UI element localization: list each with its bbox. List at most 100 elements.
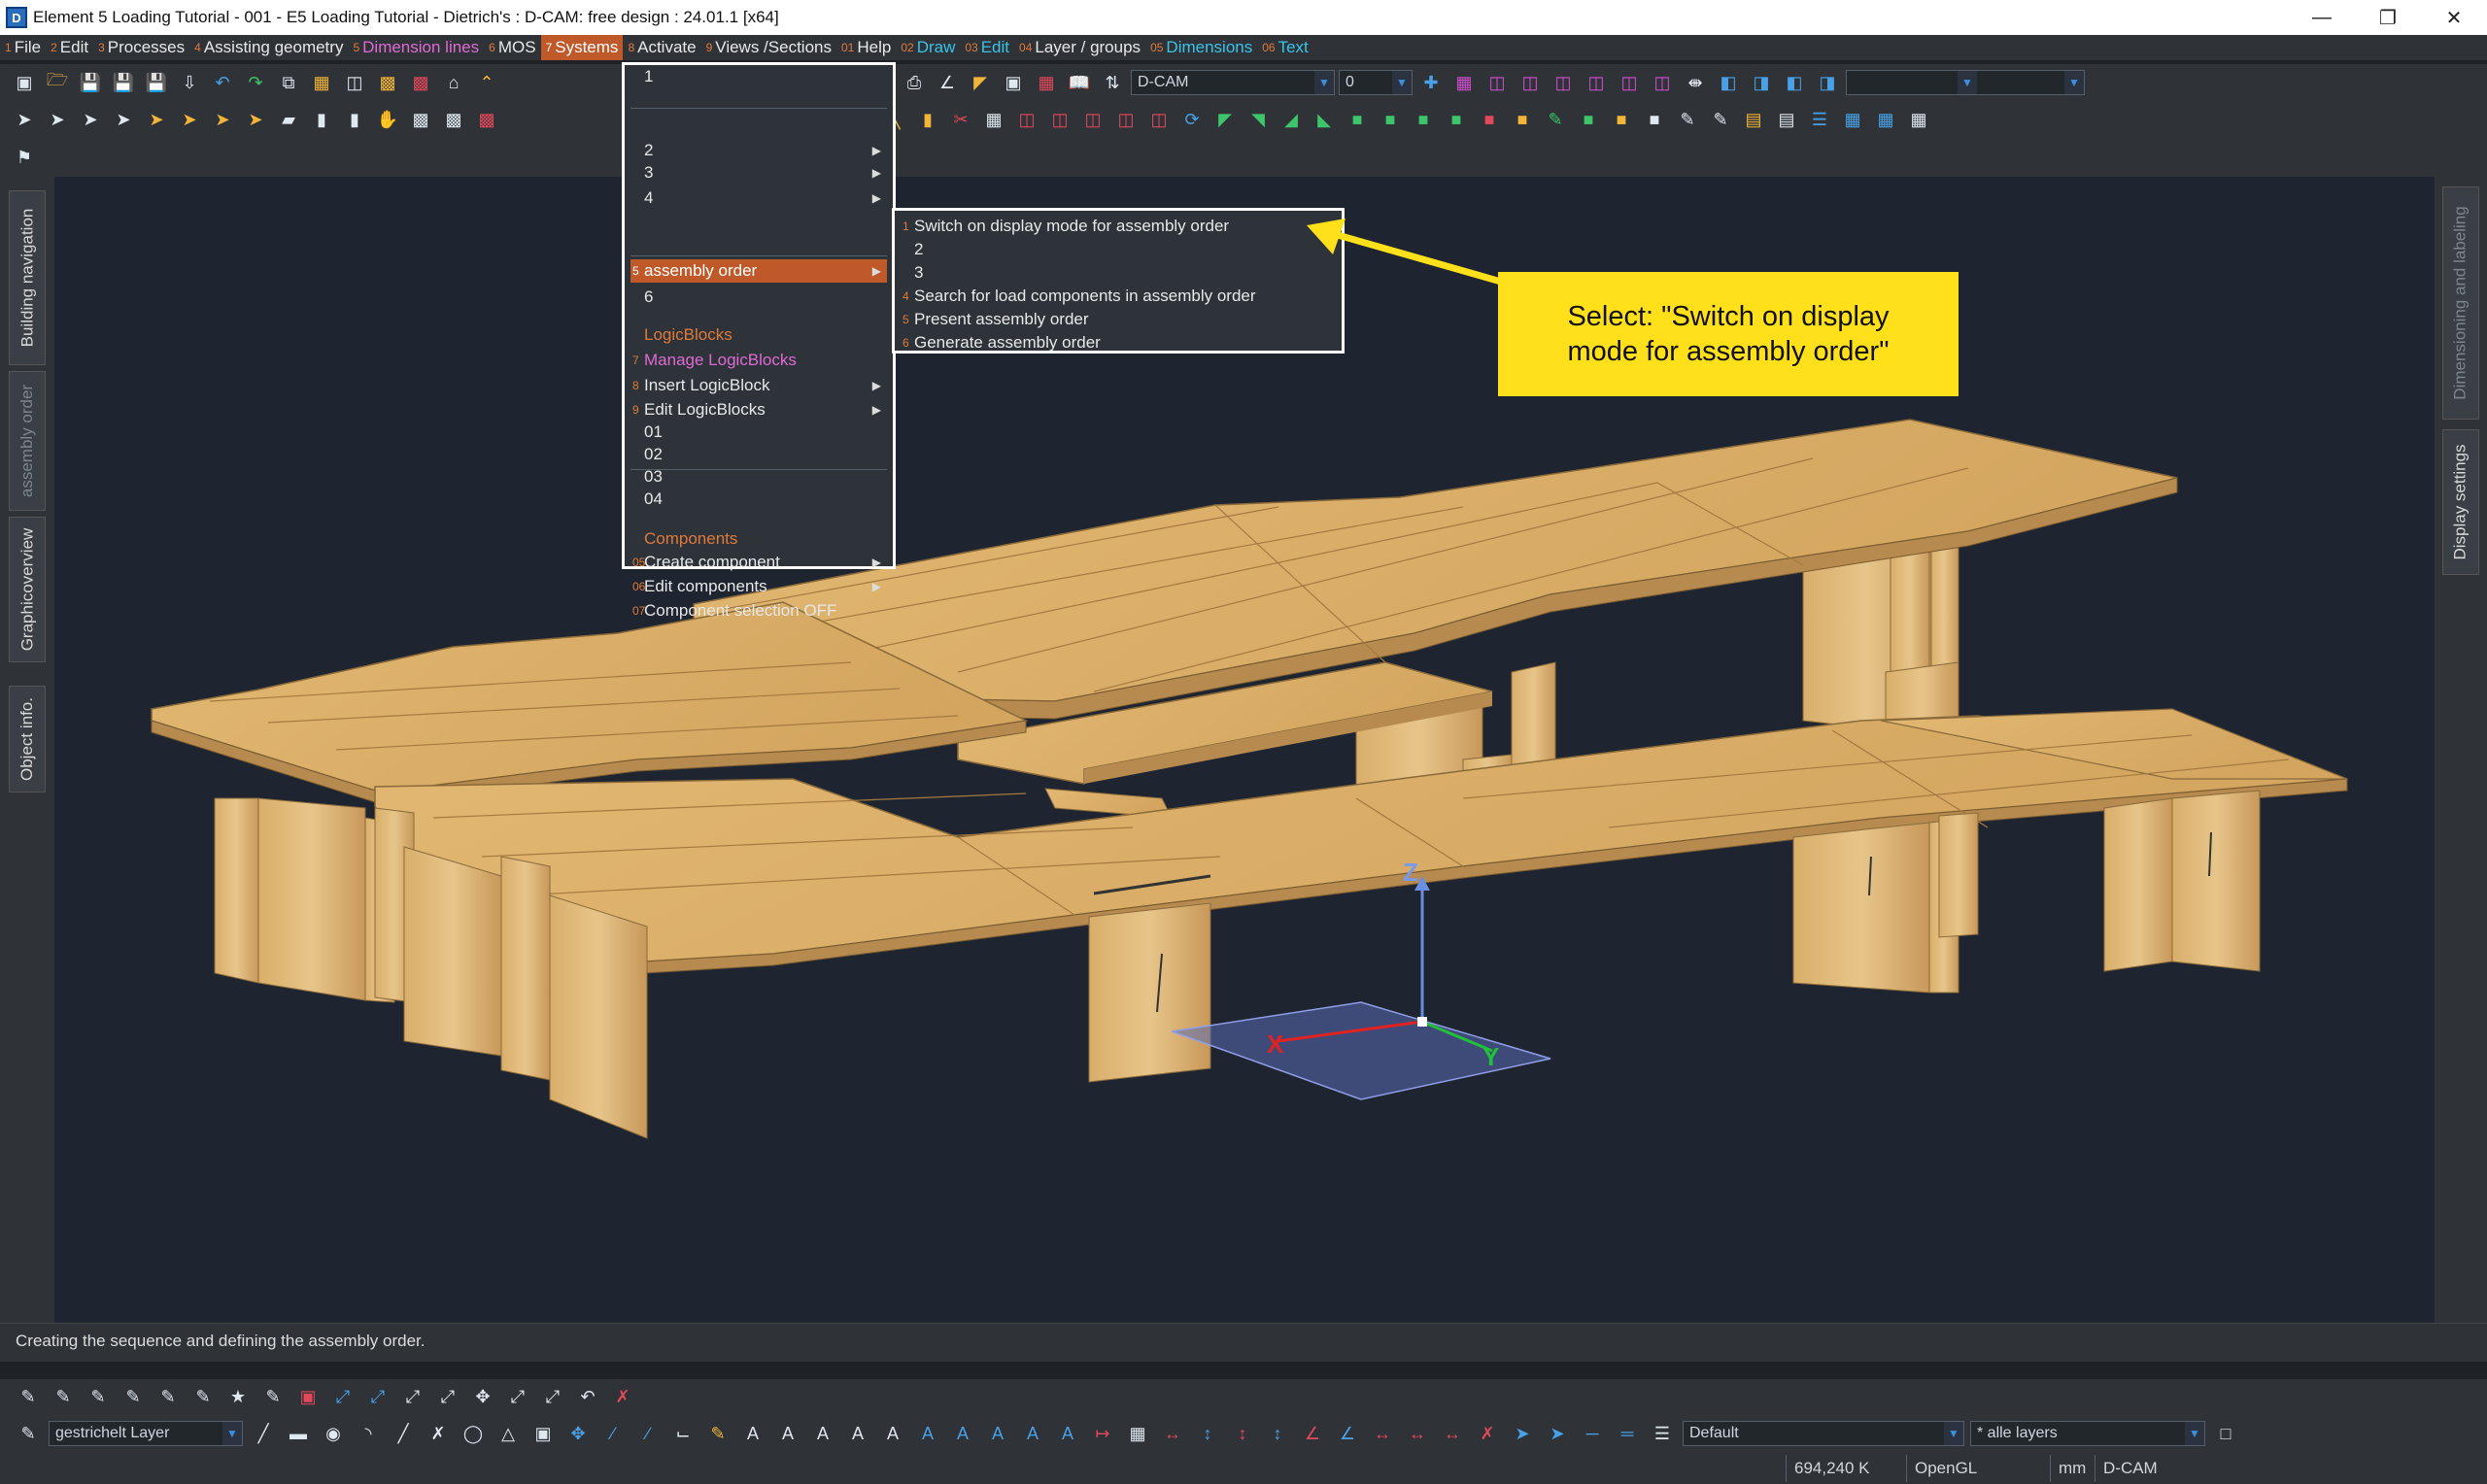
cube-icon[interactable]: ▣ xyxy=(999,68,1028,97)
menu-systems[interactable]: 7 Systems xyxy=(540,35,624,60)
copy-tool-icon[interactable]: ▣ xyxy=(528,1419,558,1448)
systems-menu-item[interactable]: 9 Edit LogicBlocks ▶ xyxy=(630,398,887,422)
beam-joint-3-icon[interactable]: ◫ xyxy=(1078,105,1107,134)
wall-panel-icon[interactable]: ▦ xyxy=(307,68,336,97)
zoom-all-icon[interactable]: ⤢ xyxy=(503,1382,532,1411)
table-icon[interactable]: ▦ xyxy=(1838,105,1867,134)
systems-menu-item[interactable]: 1 xyxy=(630,65,887,88)
printer-settings-icon[interactable]: ⎙ xyxy=(900,68,929,97)
layers-combo[interactable]: * alle layers ▼ xyxy=(1970,1421,2205,1446)
redo-icon[interactable]: ↷ xyxy=(241,68,270,97)
zoom-icon[interactable]: ⚑ xyxy=(10,143,39,172)
menu-activate[interactable]: 8 Activate xyxy=(623,35,700,60)
dim-horizontal-icon[interactable]: ↔ xyxy=(1158,1419,1187,1448)
green-block-icon[interactable]: ■ xyxy=(1343,105,1372,134)
menu-help[interactable]: 01 Help xyxy=(836,35,896,60)
systems-menu-item[interactable]: 02 xyxy=(630,443,887,466)
dimension-icon[interactable]: ↦ xyxy=(1088,1419,1117,1448)
label-arrow-icon[interactable]: A xyxy=(983,1419,1012,1448)
layer-stack-icon[interactable]: ☰ xyxy=(1648,1419,1677,1448)
arc-icon[interactable]: ◝ xyxy=(354,1419,383,1448)
bracket-right-icon[interactable]: ◨ xyxy=(1747,68,1776,97)
open-folder-icon[interactable]: 🗁 xyxy=(43,68,72,97)
corner-icon[interactable]: ⌙ xyxy=(668,1419,698,1448)
plane-icon[interactable]: ▰ xyxy=(274,105,303,134)
cam-combo[interactable]: D-CAM ▼ xyxy=(1131,70,1335,95)
zoom-pp-icon[interactable]: ⤢ xyxy=(363,1382,392,1411)
pen-box-icon[interactable]: ✎ xyxy=(119,1382,148,1411)
dim-edit-icon[interactable]: ↔ xyxy=(1403,1419,1432,1448)
systems-menu-item[interactable]: 04 xyxy=(630,488,887,511)
export-icon[interactable]: ⇩ xyxy=(175,68,204,97)
text-edit-icon[interactable]: A xyxy=(808,1419,837,1448)
processing-icon[interactable]: ◫ xyxy=(1144,105,1174,134)
systems-menu-item[interactable]: 4 ▶ xyxy=(630,186,887,210)
measure-icon[interactable]: ∠ xyxy=(933,68,962,97)
layer-icon[interactable]: ▤ xyxy=(1772,105,1801,134)
systems-menu-item[interactable]: 8 Insert LogicBlock ▶ xyxy=(630,374,887,397)
paint-icon[interactable]: ✎ xyxy=(1541,105,1570,134)
select-3-icon[interactable]: ➤ xyxy=(208,105,237,134)
element-select-icon[interactable]: ▩ xyxy=(439,105,468,134)
layout-icon[interactable]: ▩ xyxy=(406,68,435,97)
element-filter-icon[interactable]: ▩ xyxy=(406,105,435,134)
pencil-icon[interactable]: ✎ xyxy=(703,1419,732,1448)
pen-line-icon[interactable]: ✎ xyxy=(49,1382,78,1411)
dim-radius-icon[interactable]: ∠ xyxy=(1333,1419,1362,1448)
panel-icon[interactable]: ▮ xyxy=(340,105,369,134)
rectangle-icon[interactable]: ▬ xyxy=(284,1419,313,1448)
menu-processes[interactable]: 3 Processes xyxy=(93,35,189,60)
circle-icon[interactable]: ◉ xyxy=(319,1419,348,1448)
beam-joint-2-icon[interactable]: ◫ xyxy=(1045,105,1074,134)
select-icon[interactable]: ➤ xyxy=(10,105,39,134)
label-icon[interactable]: A xyxy=(913,1419,942,1448)
element-icon[interactable]: ◫ xyxy=(340,68,369,97)
group-icon[interactable]: ▩ xyxy=(373,68,402,97)
bracket-left-icon[interactable]: ◧ xyxy=(1714,68,1743,97)
green-panel-icon[interactable]: ■ xyxy=(1409,105,1438,134)
text-style-icon[interactable]: A xyxy=(738,1419,767,1448)
beam-joint-4-icon[interactable]: ◫ xyxy=(1111,105,1141,134)
bracket-right-2-icon[interactable]: ◨ xyxy=(1813,68,1842,97)
align-left-icon[interactable]: ◫ xyxy=(1482,68,1512,97)
arrow-style-icon[interactable]: ➤ xyxy=(1508,1419,1537,1448)
save-icon[interactable]: 💾 xyxy=(76,68,105,97)
line-layer-combo[interactable]: gestrichelt Layer ▼ xyxy=(49,1421,243,1446)
assembly-submenu-item[interactable]: 6 Generate assembly order xyxy=(901,331,1336,354)
pen-edit-icon[interactable]: ✎ xyxy=(153,1382,183,1411)
dim-vertical-icon[interactable]: ↕ xyxy=(1193,1419,1222,1448)
add-icon[interactable]: ✚ xyxy=(1416,68,1446,97)
layer-yellow-icon[interactable]: ▤ xyxy=(1739,105,1768,134)
line-icon[interactable]: ╱ xyxy=(249,1419,278,1448)
roof-icon[interactable]: ⌃ xyxy=(472,68,501,97)
zoom-xx-icon[interactable]: ⤢ xyxy=(398,1382,427,1411)
arrange-icon[interactable]: ⇼ xyxy=(1681,68,1710,97)
connector-icon[interactable]: ▦ xyxy=(979,105,1008,134)
lock-icon[interactable]: ■ xyxy=(1607,105,1636,134)
export-table-icon[interactable]: ▦ xyxy=(1871,105,1900,134)
delete-box-icon[interactable]: ▣ xyxy=(293,1382,323,1411)
mirror-tool-icon[interactable]: △ xyxy=(494,1419,523,1448)
mirror-icon[interactable]: ◫ xyxy=(1648,68,1677,97)
hand-icon[interactable]: ✋ xyxy=(373,105,402,134)
save-all-icon[interactable]: 💾 xyxy=(142,68,171,97)
dim-total-icon[interactable]: ↔ xyxy=(1368,1419,1397,1448)
zoom-in-icon[interactable]: ⤢ xyxy=(328,1382,358,1411)
pen-check-icon[interactable]: ✎ xyxy=(188,1382,218,1411)
text-icon[interactable]: A xyxy=(773,1419,802,1448)
book-icon[interactable]: 📖 xyxy=(1065,68,1094,97)
element-red-icon[interactable]: ▩ xyxy=(472,105,501,134)
menu-draw[interactable]: 02 Draw xyxy=(896,35,960,60)
dim-delete-icon[interactable]: ✗ xyxy=(1473,1419,1502,1448)
undo-icon[interactable]: ↶ xyxy=(208,68,237,97)
dim-chain-icon[interactable]: ↕ xyxy=(1228,1419,1257,1448)
tab-display-settings[interactable]: Display settings xyxy=(2442,429,2479,575)
systems-menu-item[interactable]: 7 Manage LogicBlocks xyxy=(630,349,887,372)
tab-assembly-order[interactable]: assembly order xyxy=(9,371,46,511)
pen-icon[interactable]: ✎ xyxy=(14,1382,43,1411)
tab-building-navigation[interactable]: Building navigation xyxy=(9,190,46,365)
line-style-icon[interactable]: ─ xyxy=(1578,1419,1607,1448)
pen-curve-icon[interactable]: ✎ xyxy=(84,1382,113,1411)
arrow-edit-icon[interactable]: ➤ xyxy=(1543,1419,1572,1448)
zoom-move-icon[interactable]: ✥ xyxy=(468,1382,497,1411)
